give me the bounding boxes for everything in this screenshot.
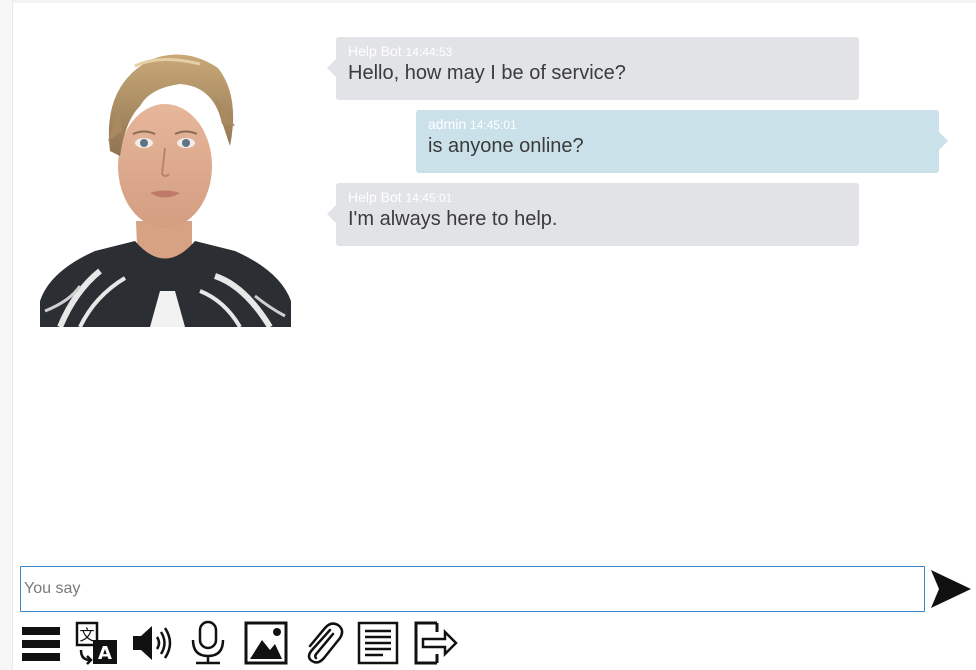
bot-avatar bbox=[40, 46, 291, 327]
image-icon bbox=[244, 621, 288, 665]
microphone-button[interactable] bbox=[186, 620, 232, 666]
bubble-tail bbox=[327, 205, 336, 223]
message-text: Hello, how may I be of service? bbox=[348, 62, 626, 84]
bubble-tail bbox=[939, 132, 948, 150]
translate-icon: 文 A bbox=[75, 621, 117, 665]
chat-window: Help Bot 14:44:53 Hello, how may I be of… bbox=[0, 0, 976, 670]
microphone-icon bbox=[191, 620, 225, 665]
left-border bbox=[0, 0, 13, 670]
message-time: 14:45:01 bbox=[405, 191, 453, 205]
message-bubble-user: admin 14:45:01 is anyone online? bbox=[416, 110, 948, 173]
toolbar: 文 A bbox=[20, 620, 470, 666]
exit-icon bbox=[414, 621, 458, 665]
attachment-icon bbox=[307, 622, 344, 664]
message-meta: admin 14:45:01 bbox=[428, 116, 927, 133]
translate-button[interactable]: 文 A bbox=[75, 620, 121, 666]
message-text: I'm always here to help. bbox=[348, 208, 558, 230]
send-arrow-icon bbox=[931, 570, 971, 608]
speaker-button[interactable] bbox=[130, 620, 176, 666]
message-time: 14:45:01 bbox=[470, 118, 517, 132]
message-sender: admin bbox=[428, 116, 467, 132]
message-bubble-bot: Help Bot 14:45:01 I'm always here to hel… bbox=[327, 183, 859, 246]
message-text: is anyone online? bbox=[428, 135, 584, 157]
message-time: 14:44:53 bbox=[405, 45, 453, 59]
message-sender: Help Bot bbox=[348, 43, 402, 59]
top-border bbox=[0, 0, 976, 3]
message-sender: Help Bot bbox=[348, 189, 402, 205]
send-button[interactable] bbox=[929, 568, 973, 610]
attachment-button[interactable] bbox=[300, 620, 346, 666]
bubble-tail bbox=[327, 59, 336, 77]
message-input[interactable] bbox=[20, 566, 925, 612]
message-meta: Help Bot 14:45:01 bbox=[348, 189, 847, 206]
message-bubble-bot: Help Bot 14:44:53 Hello, how may I be of… bbox=[327, 37, 859, 100]
image-button[interactable] bbox=[244, 620, 290, 666]
speaker-icon bbox=[133, 626, 172, 660]
menu-icon bbox=[22, 627, 60, 661]
transcript-icon bbox=[357, 621, 399, 665]
menu-button[interactable] bbox=[20, 620, 66, 666]
svg-text:A: A bbox=[98, 643, 112, 664]
svg-text:文: 文 bbox=[79, 626, 94, 644]
message-meta: Help Bot 14:44:53 bbox=[348, 43, 847, 60]
exit-button[interactable] bbox=[413, 620, 459, 666]
transcript-button[interactable] bbox=[357, 620, 403, 666]
